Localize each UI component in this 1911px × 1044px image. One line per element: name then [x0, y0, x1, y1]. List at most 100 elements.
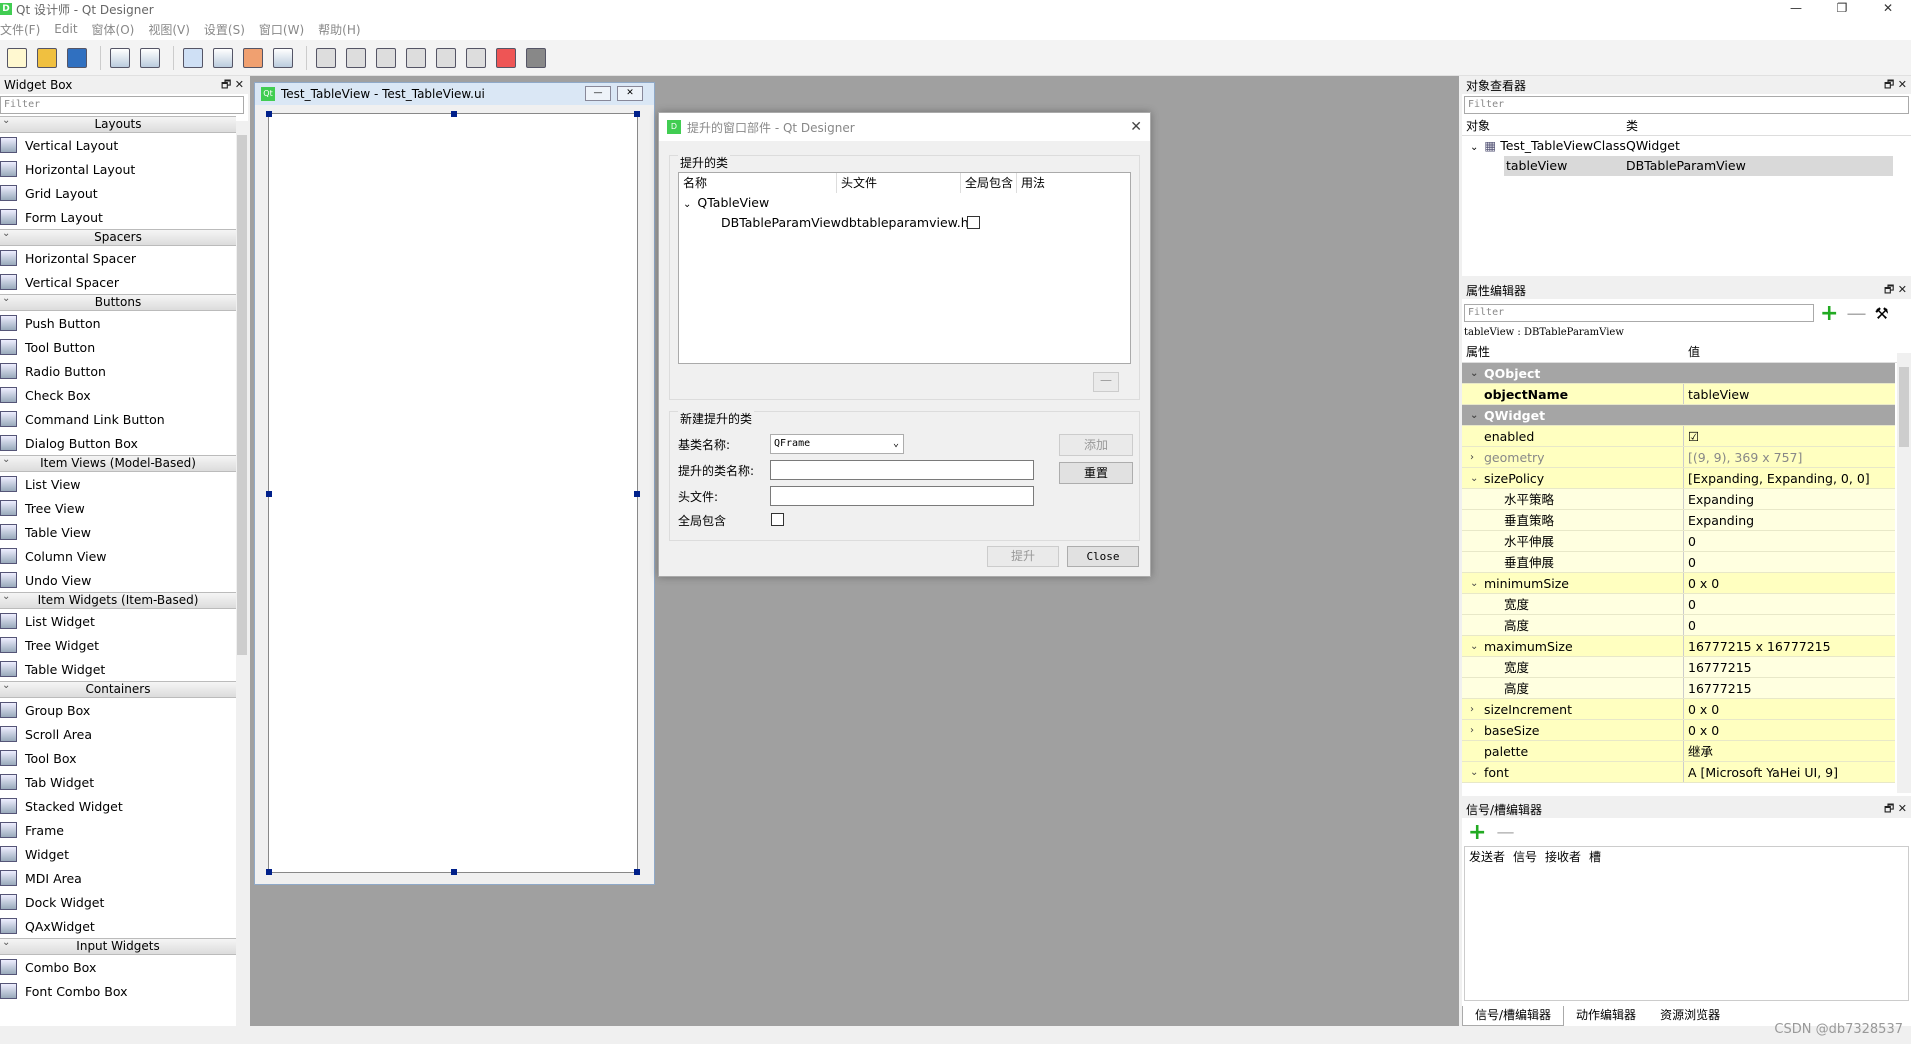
base-class-select[interactable]: QFrame ⌄ [770, 434, 904, 454]
property-filter[interactable]: Filter [1464, 304, 1814, 322]
widget-item[interactable]: Command Link Button [0, 407, 236, 431]
property-value[interactable] [1684, 405, 1895, 425]
property-value[interactable]: Expanding [1684, 510, 1895, 530]
menu-form[interactable]: 窗体(O) [92, 21, 135, 38]
widget-category[interactable]: Item Widgets (Item-Based) [0, 589, 236, 609]
property-row[interactable]: palette 继承 [1462, 741, 1895, 762]
add-property-icon[interactable]: + [1820, 301, 1838, 326]
widget-category[interactable]: Input Widgets [0, 935, 236, 955]
property-row[interactable]: ⌄ sizePolicy [Expanding, Expanding, 0, 0] [1462, 468, 1895, 489]
widget-category[interactable]: Spacers [0, 226, 236, 246]
property-value[interactable]: Expanding [1684, 489, 1895, 509]
widget-item[interactable]: Tree View [0, 496, 236, 520]
expand-icon[interactable]: ⌄ [1470, 573, 1478, 594]
connections-table[interactable]: 发送者 信号 接收者 槽 [1464, 846, 1909, 1001]
property-row[interactable]: 高度 16777215 [1462, 678, 1895, 699]
widget-item[interactable]: Table Widget [0, 657, 236, 681]
property-value[interactable]: [Expanding, Expanding, 0, 0] [1684, 468, 1895, 488]
bring-to-front-icon[interactable] [137, 45, 163, 71]
property-row[interactable]: 宽度 16777215 [1462, 657, 1895, 678]
property-value[interactable]: 0 x 0 [1684, 699, 1895, 719]
property-value[interactable] [1684, 363, 1895, 383]
property-value[interactable]: 0 [1684, 552, 1895, 572]
tab-action-editor[interactable]: 动作编辑器 [1564, 1006, 1648, 1026]
remove-promoted-button[interactable]: — [1093, 372, 1119, 392]
remove-connection-icon[interactable]: — [1496, 822, 1514, 843]
property-row[interactable]: ⌄ QObject [1462, 363, 1895, 384]
widget-item[interactable]: Combo Box [0, 955, 236, 979]
property-value[interactable]: ☑ [1684, 426, 1895, 446]
menu-window[interactable]: 窗口(W) [259, 21, 304, 38]
widget-item[interactable]: MDI Area [0, 866, 236, 890]
widget-item[interactable]: Radio Button [0, 359, 236, 383]
edit-widgets-icon[interactable] [180, 45, 206, 71]
open-file-icon[interactable] [34, 45, 60, 71]
property-row[interactable]: ⌄ font A [Microsoft YaHei UI, 9] [1462, 762, 1895, 783]
property-value[interactable]: 0 [1684, 594, 1895, 614]
property-row[interactable]: ⌄ QWidget [1462, 405, 1895, 426]
widget-item[interactable]: QAxWidget [0, 914, 236, 938]
property-value[interactable]: 继承 [1684, 741, 1895, 761]
property-value[interactable]: 16777215 [1684, 657, 1895, 677]
property-row[interactable]: › sizeIncrement 0 x 0 [1462, 699, 1895, 720]
property-value[interactable]: tableView [1684, 384, 1895, 404]
widget-item[interactable]: Push Button [0, 311, 236, 335]
minimize-button[interactable]: — [1773, 0, 1819, 18]
expand-icon[interactable]: ⌄ [1470, 468, 1478, 489]
layout-grid-icon[interactable] [433, 45, 459, 71]
property-row[interactable]: enabled ☑ [1462, 426, 1895, 447]
resize-handle[interactable] [451, 111, 457, 117]
expand-icon[interactable]: ⌄ [1470, 405, 1478, 426]
property-value[interactable]: 0 [1684, 615, 1895, 635]
widget-item[interactable]: Form Layout [0, 205, 236, 229]
widget-item[interactable]: Scroll Area [0, 722, 236, 746]
class-name-input[interactable] [770, 460, 1034, 480]
layout-v-splitter-icon[interactable] [403, 45, 429, 71]
break-layout-icon[interactable] [493, 45, 519, 71]
dock-float-close-icon[interactable]: 🗗 ✕ [221, 76, 244, 95]
save-icon[interactable] [64, 45, 90, 71]
edit-buddies-icon[interactable] [240, 45, 266, 71]
menu-file[interactable]: 文件(F) [0, 21, 40, 38]
widget-item[interactable]: Undo View [0, 568, 236, 592]
widget-item[interactable]: Vertical Spacer [0, 270, 236, 294]
property-row[interactable]: › geometry [(9, 9), 369 x 757] [1462, 447, 1895, 468]
menu-view[interactable]: 视图(V) [148, 21, 190, 38]
widget-item[interactable]: Font Combo Box [0, 979, 236, 1003]
expand-icon[interactable]: › [1470, 699, 1474, 720]
resize-handle[interactable] [266, 491, 272, 497]
layout-horizontal-icon[interactable] [313, 45, 339, 71]
widget-item[interactable]: Tree Widget [0, 633, 236, 657]
widget-item[interactable]: Tab Widget [0, 770, 236, 794]
property-scrollbar[interactable] [1897, 353, 1911, 793]
menu-edit[interactable]: Edit [54, 22, 77, 36]
promote-button[interactable]: 提升 [987, 546, 1059, 567]
edit-tab-order-icon[interactable] [270, 45, 296, 71]
property-row[interactable]: 垂直策略 Expanding [1462, 510, 1895, 531]
property-value[interactable]: 0 x 0 [1684, 573, 1895, 593]
dialog-close-button[interactable]: Close [1067, 546, 1139, 567]
send-to-back-icon[interactable] [107, 45, 133, 71]
property-value[interactable]: [(9, 9), 369 x 757] [1684, 447, 1895, 467]
widget-item[interactable]: Group Box [0, 698, 236, 722]
restore-button[interactable]: ❐ [1819, 0, 1865, 18]
add-connection-icon[interactable]: + [1468, 820, 1486, 845]
widget-category[interactable]: Containers [0, 678, 236, 698]
widget-item[interactable]: Frame [0, 818, 236, 842]
object-row-selected[interactable]: tableView DBTableParamView [1504, 156, 1893, 176]
reset-button[interactable]: 重置 [1059, 462, 1133, 484]
widget-item[interactable]: Tool Box [0, 746, 236, 770]
resize-handle[interactable] [634, 111, 640, 117]
close-button[interactable]: ✕ [1865, 0, 1911, 18]
widget-category[interactable]: Item Views (Model-Based) [0, 452, 236, 472]
widget-item[interactable]: Vertical Layout [0, 133, 236, 157]
property-row[interactable]: › baseSize 0 x 0 [1462, 720, 1895, 741]
widget-item[interactable]: Dock Widget [0, 890, 236, 914]
form-close-button[interactable]: ✕ [617, 86, 643, 101]
dialog-close-icon[interactable]: ✕ [1130, 119, 1142, 135]
widget-item[interactable]: Column View [0, 544, 236, 568]
dock-float-close-icon[interactable]: 🗗 ✕ [1884, 800, 1907, 819]
resize-handle[interactable] [266, 869, 272, 875]
property-value[interactable]: 0 [1684, 531, 1895, 551]
table-view-canvas[interactable] [266, 111, 640, 875]
